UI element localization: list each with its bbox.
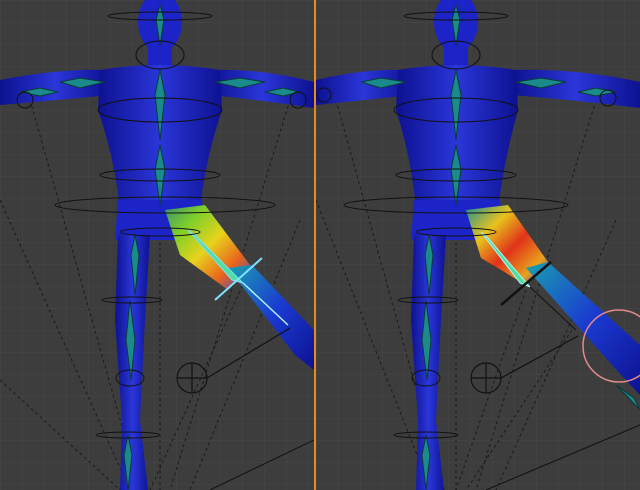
viewport-left[interactable] (0, 0, 314, 490)
viewport-right-scene (316, 0, 640, 490)
viewport-right[interactable] (316, 0, 640, 490)
viewport-left-scene (0, 0, 314, 490)
